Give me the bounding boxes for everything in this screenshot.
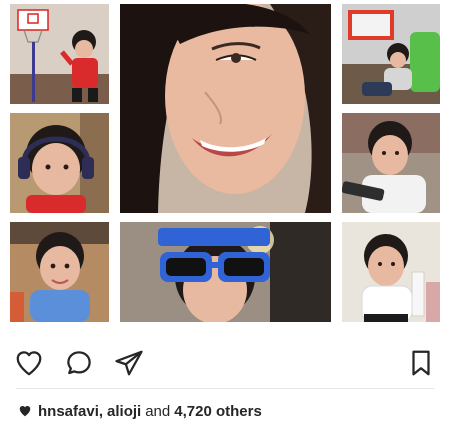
comment-button[interactable] — [62, 346, 96, 380]
share-button[interactable] — [112, 346, 146, 380]
photo-toddler-basketball[interactable] — [10, 4, 109, 104]
like-button[interactable] — [12, 346, 46, 380]
photo-toddler-tablet-image — [342, 113, 440, 213]
photo-toddler-couch-image — [342, 4, 440, 104]
liker-hnsafavi[interactable]: hnsafavi, — [38, 403, 103, 420]
paper-plane-icon — [115, 350, 143, 376]
photo-child-birthday-glasses[interactable] — [120, 222, 331, 322]
bookmark-icon — [412, 350, 430, 376]
likes-summary[interactable]: hnsafavi, alioji and 4,720 others — [18, 401, 262, 421]
photo-toddler-headphones-image — [10, 113, 109, 213]
likes-count[interactable]: 4,720 others — [174, 403, 262, 420]
divider — [16, 388, 434, 389]
post-photo-collage[interactable] — [0, 0, 450, 330]
photo-toddler-tablet[interactable] — [342, 113, 440, 213]
photo-woman-selfie-image — [120, 4, 331, 213]
liker-alioji[interactable]: alioji — [107, 403, 141, 420]
photo-toddler-couch[interactable] — [342, 4, 440, 104]
save-button[interactable] — [404, 346, 438, 380]
photo-toddler-blue-shirt[interactable] — [10, 222, 109, 322]
photo-toddler-headphones[interactable] — [10, 113, 109, 213]
photo-toddler-basketball-image — [10, 4, 109, 104]
post-actions-bar — [0, 338, 450, 388]
comment-icon — [67, 351, 91, 375]
photo-woman-selfie[interactable] — [120, 4, 331, 213]
photo-toddler-white-shirt[interactable] — [342, 222, 440, 322]
heart-small-icon — [19, 406, 31, 417]
photo-toddler-white-shirt-image — [342, 222, 440, 322]
likes-connector: and — [145, 402, 171, 420]
heart-icon — [16, 351, 42, 376]
photo-toddler-blue-shirt-image — [10, 222, 109, 322]
photo-child-birthday-glasses-image — [120, 222, 331, 322]
